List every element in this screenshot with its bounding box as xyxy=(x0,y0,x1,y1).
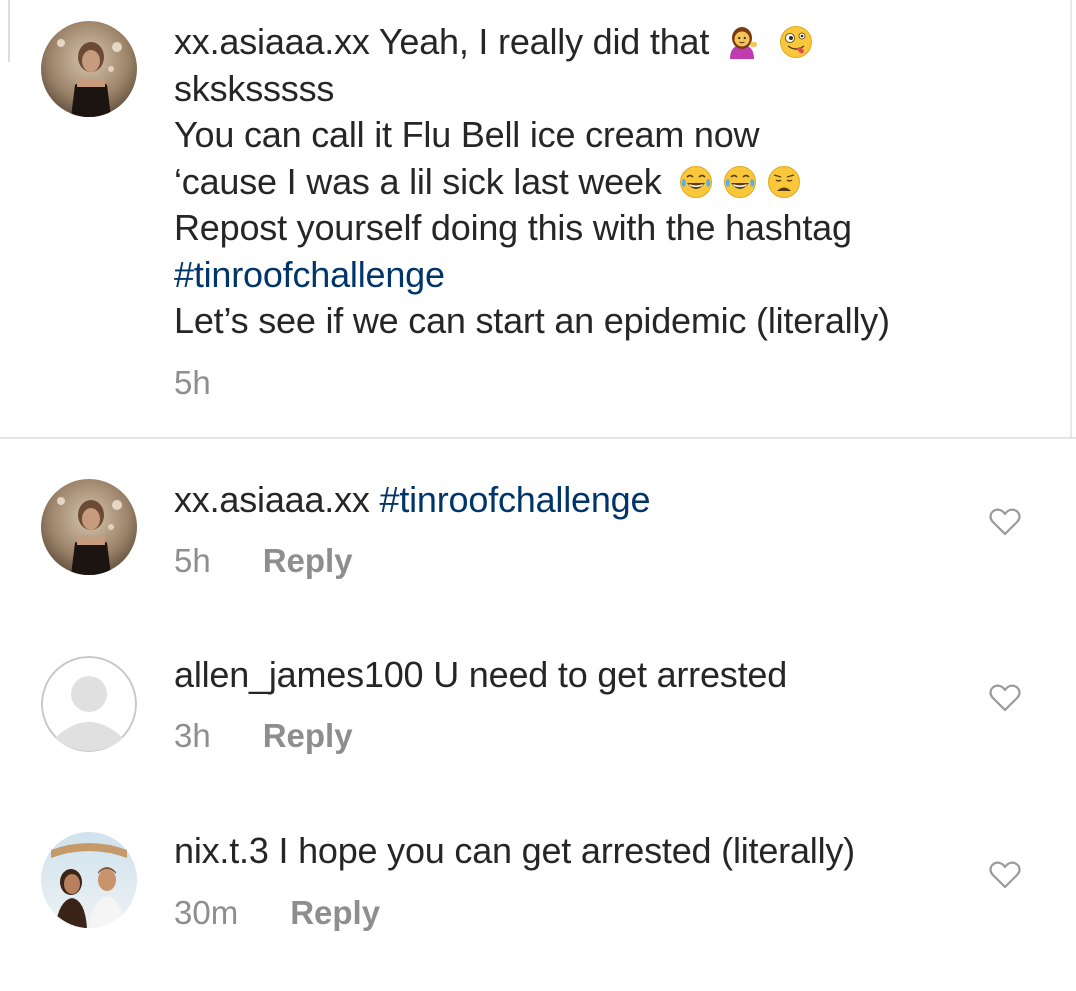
comment-3-avatar[interactable] xyxy=(41,832,137,928)
comment-1-reply-button[interactable]: Reply xyxy=(263,542,353,580)
comment-1-meta: 5h Reply xyxy=(174,542,353,580)
comment-1-username[interactable]: xx.asiaaa.xx xyxy=(174,479,370,520)
comment-3-body: I hope you can get arrested (literally) xyxy=(278,830,855,871)
caption-line-2: sksksssss xyxy=(174,67,335,109)
comment-1-like-heart-icon[interactable] xyxy=(988,507,1022,537)
caption-text: xx.asiaaa.xx Yeah, I really did that sks… xyxy=(174,19,890,345)
caption-line-5: Repost yourself doing this with the hash… xyxy=(174,207,852,248)
comment-2-like-heart-icon[interactable] xyxy=(988,683,1022,713)
comment-2-meta: 3h Reply xyxy=(174,717,353,755)
caption-meta: 5h xyxy=(174,364,211,402)
comment-2-timestamp: 3h xyxy=(174,717,211,754)
panel-edge-right xyxy=(1070,0,1072,437)
caption-timestamp: 5h xyxy=(174,364,211,401)
caption-line-3: You can call it Flu Bell ice cream now xyxy=(174,114,760,155)
comment-2-text: allen_james100 U need to get arrested xyxy=(174,652,787,699)
woman-tipping-hand-emoji xyxy=(729,27,757,59)
comment-3-meta: 30m Reply xyxy=(174,894,380,932)
caption-block: xx.asiaaa.xx Yeah, I really did that sks… xyxy=(0,0,1076,439)
caption-username[interactable]: xx.asiaaa.xx xyxy=(174,21,370,62)
weary-face-emoji xyxy=(768,165,801,198)
zany-face-emoji xyxy=(779,26,812,58)
caption-line-1: Yeah, I really did that xyxy=(378,21,710,62)
caption-avatar[interactable] xyxy=(41,21,137,117)
comment-1-timestamp: 5h xyxy=(174,542,211,579)
comment-1-avatar[interactable] xyxy=(41,479,137,575)
caption-line-7: Let’s see if we can start an epidemic (l… xyxy=(174,300,890,341)
tears-of-joy-emoji xyxy=(680,165,713,198)
comment-3-timestamp: 30m xyxy=(174,894,239,931)
comment-2-body: U need to get arrested xyxy=(433,654,788,695)
comment-1-text: xx.asiaaa.xx #tinroofchallenge xyxy=(174,477,651,524)
caption-hashtag[interactable]: #tinroofchallenge xyxy=(174,252,890,299)
caption-line-4: ‘cause I was a lil sick last week xyxy=(174,160,662,202)
comment-2-reply-button[interactable]: Reply xyxy=(263,717,353,755)
comment-1-hashtag[interactable]: #tinroofchallenge xyxy=(380,479,651,520)
comment-2-avatar[interactable] xyxy=(41,656,137,752)
comment-3-text: nix.t.3 I hope you can get arrested (lit… xyxy=(174,828,855,875)
comment-3-like-heart-icon[interactable] xyxy=(988,860,1022,890)
comment-3-reply-button[interactable]: Reply xyxy=(290,894,380,932)
panel-edge-left xyxy=(8,0,10,62)
comment-2-username[interactable]: allen_james100 xyxy=(174,654,424,695)
tears-of-joy-emoji xyxy=(724,165,757,198)
comment-3-username[interactable]: nix.t.3 xyxy=(174,830,269,871)
